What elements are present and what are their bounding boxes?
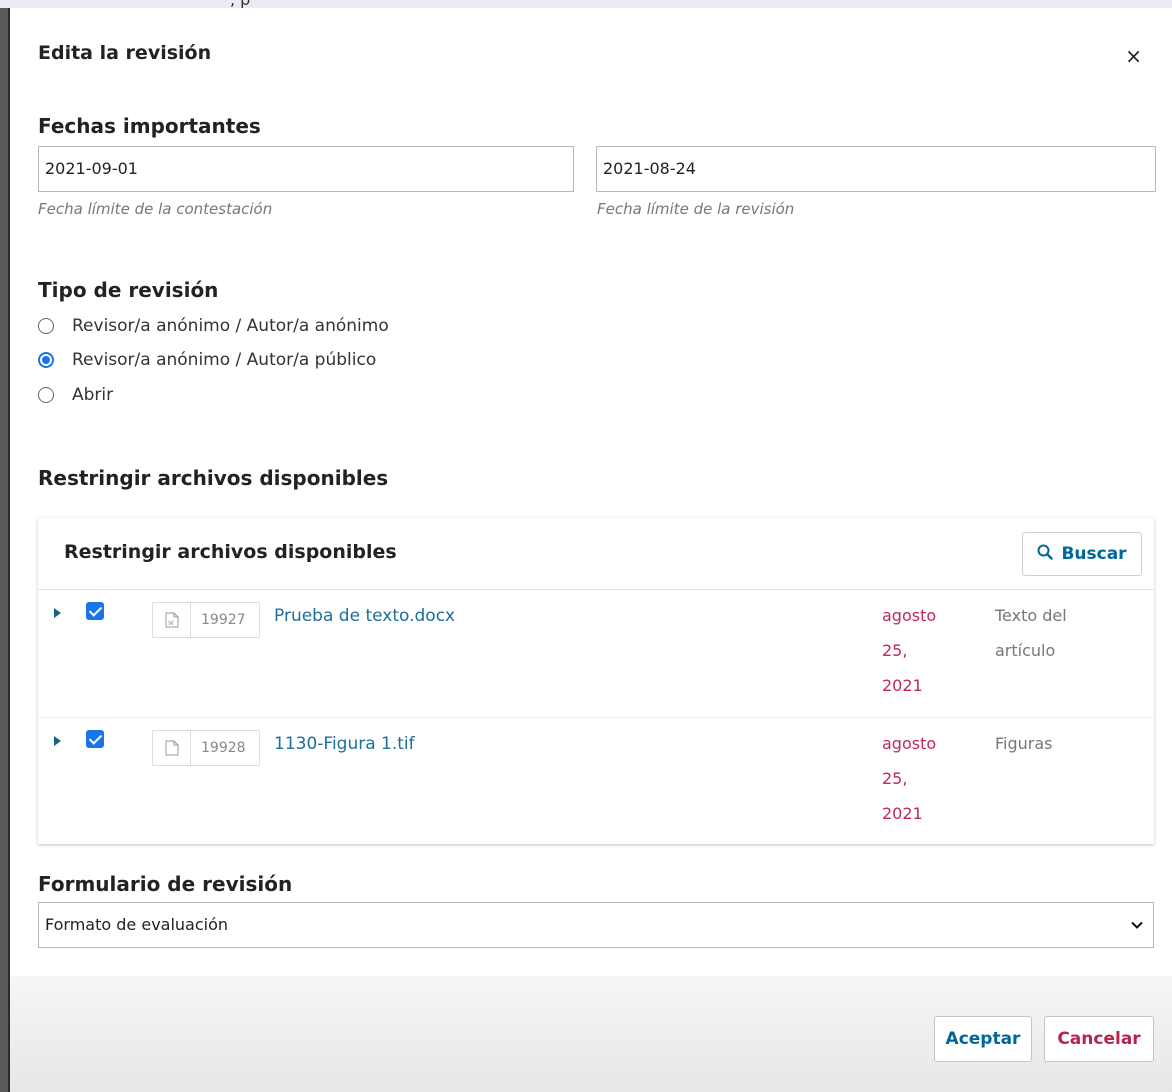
files-panel-title: Restringir archivos disponibles: [64, 541, 397, 563]
expand-arrow-icon[interactable]: [54, 608, 61, 618]
dates-heading: Fechas importantes: [38, 114, 261, 138]
file-badge: W 19927: [152, 602, 260, 638]
files-panel-header: Restringir archivos disponibles Buscar: [38, 518, 1154, 590]
file-icon: [153, 731, 191, 765]
review-type-option-anonymous-public[interactable]: Revisor/a anónimo / Autor/a público: [38, 350, 376, 370]
file-row: W 19927 Prueba de texto.docx agosto 25, …: [38, 590, 1154, 718]
review-due-date-input[interactable]: 2021-08-24: [596, 146, 1156, 192]
svg-text:W: W: [168, 620, 174, 627]
review-type-heading: Tipo de revisión: [38, 278, 219, 302]
file-badge: 19928: [152, 730, 260, 766]
review-type-option-anonymous-anonymous[interactable]: Revisor/a anónimo / Autor/a anónimo: [38, 316, 389, 336]
file-id: 19927: [201, 612, 246, 628]
accept-button[interactable]: Aceptar: [934, 1016, 1032, 1062]
search-button[interactable]: Buscar: [1022, 532, 1142, 576]
file-name-link[interactable]: Prueba de texto.docx: [274, 606, 455, 626]
radio-button[interactable]: [38, 318, 54, 334]
search-icon: [1037, 544, 1054, 564]
file-type: Figuras: [995, 734, 1053, 753]
radio-label: Revisor/a anónimo / Autor/a público: [72, 350, 377, 370]
file-checkbox[interactable]: [86, 602, 104, 620]
cancel-button[interactable]: Cancelar: [1044, 1016, 1154, 1062]
file-id: 19928: [201, 740, 246, 756]
radio-button[interactable]: [38, 387, 54, 403]
files-panel: Restringir archivos disponibles Buscar W…: [38, 518, 1154, 844]
file-type: Texto del artículo: [995, 606, 1067, 660]
edit-review-modal: Edita la revisión × Fechas importantes 2…: [8, 8, 1172, 1092]
backdrop-strip: , p: [0, 0, 1172, 9]
response-due-date-input[interactable]: 2021-09-01: [38, 146, 574, 192]
file-name-link[interactable]: 1130-Figura 1.tif: [274, 734, 415, 754]
file-checkbox[interactable]: [86, 730, 104, 748]
radio-button[interactable]: [38, 352, 54, 368]
file-date: agosto 25, 2021: [882, 734, 937, 823]
modal-title: Edita la revisión: [38, 42, 212, 64]
review-form-heading: Formulario de revisión: [38, 872, 293, 896]
review-form-select[interactable]: Formato de evaluación: [38, 902, 1154, 948]
search-label: Buscar: [1061, 544, 1127, 564]
expand-arrow-icon[interactable]: [54, 736, 61, 746]
review-form-selected-value: Formato de evaluación: [45, 915, 229, 934]
word-doc-icon: W: [153, 603, 191, 637]
chevron-down-icon: [1131, 903, 1143, 947]
review-type-option-open[interactable]: Abrir: [38, 385, 113, 405]
review-due-helper: Fecha límite de la revisión: [597, 200, 795, 218]
close-button[interactable]: ×: [1125, 46, 1142, 66]
response-due-helper: Fecha límite de la contestación: [38, 200, 273, 218]
file-date: agosto 25, 2021: [882, 606, 937, 695]
modal-header: Edita la revisión ×: [38, 42, 1152, 72]
restrict-files-heading: Restringir archivos disponibles: [38, 466, 389, 490]
file-row: 19928 1130-Figura 1.tif agosto 25, 2021 …: [38, 718, 1154, 846]
modal-footer: Aceptar Cancelar: [10, 976, 1172, 1092]
radio-label: Revisor/a anónimo / Autor/a anónimo: [72, 316, 389, 336]
radio-label: Abrir: [72, 385, 114, 405]
